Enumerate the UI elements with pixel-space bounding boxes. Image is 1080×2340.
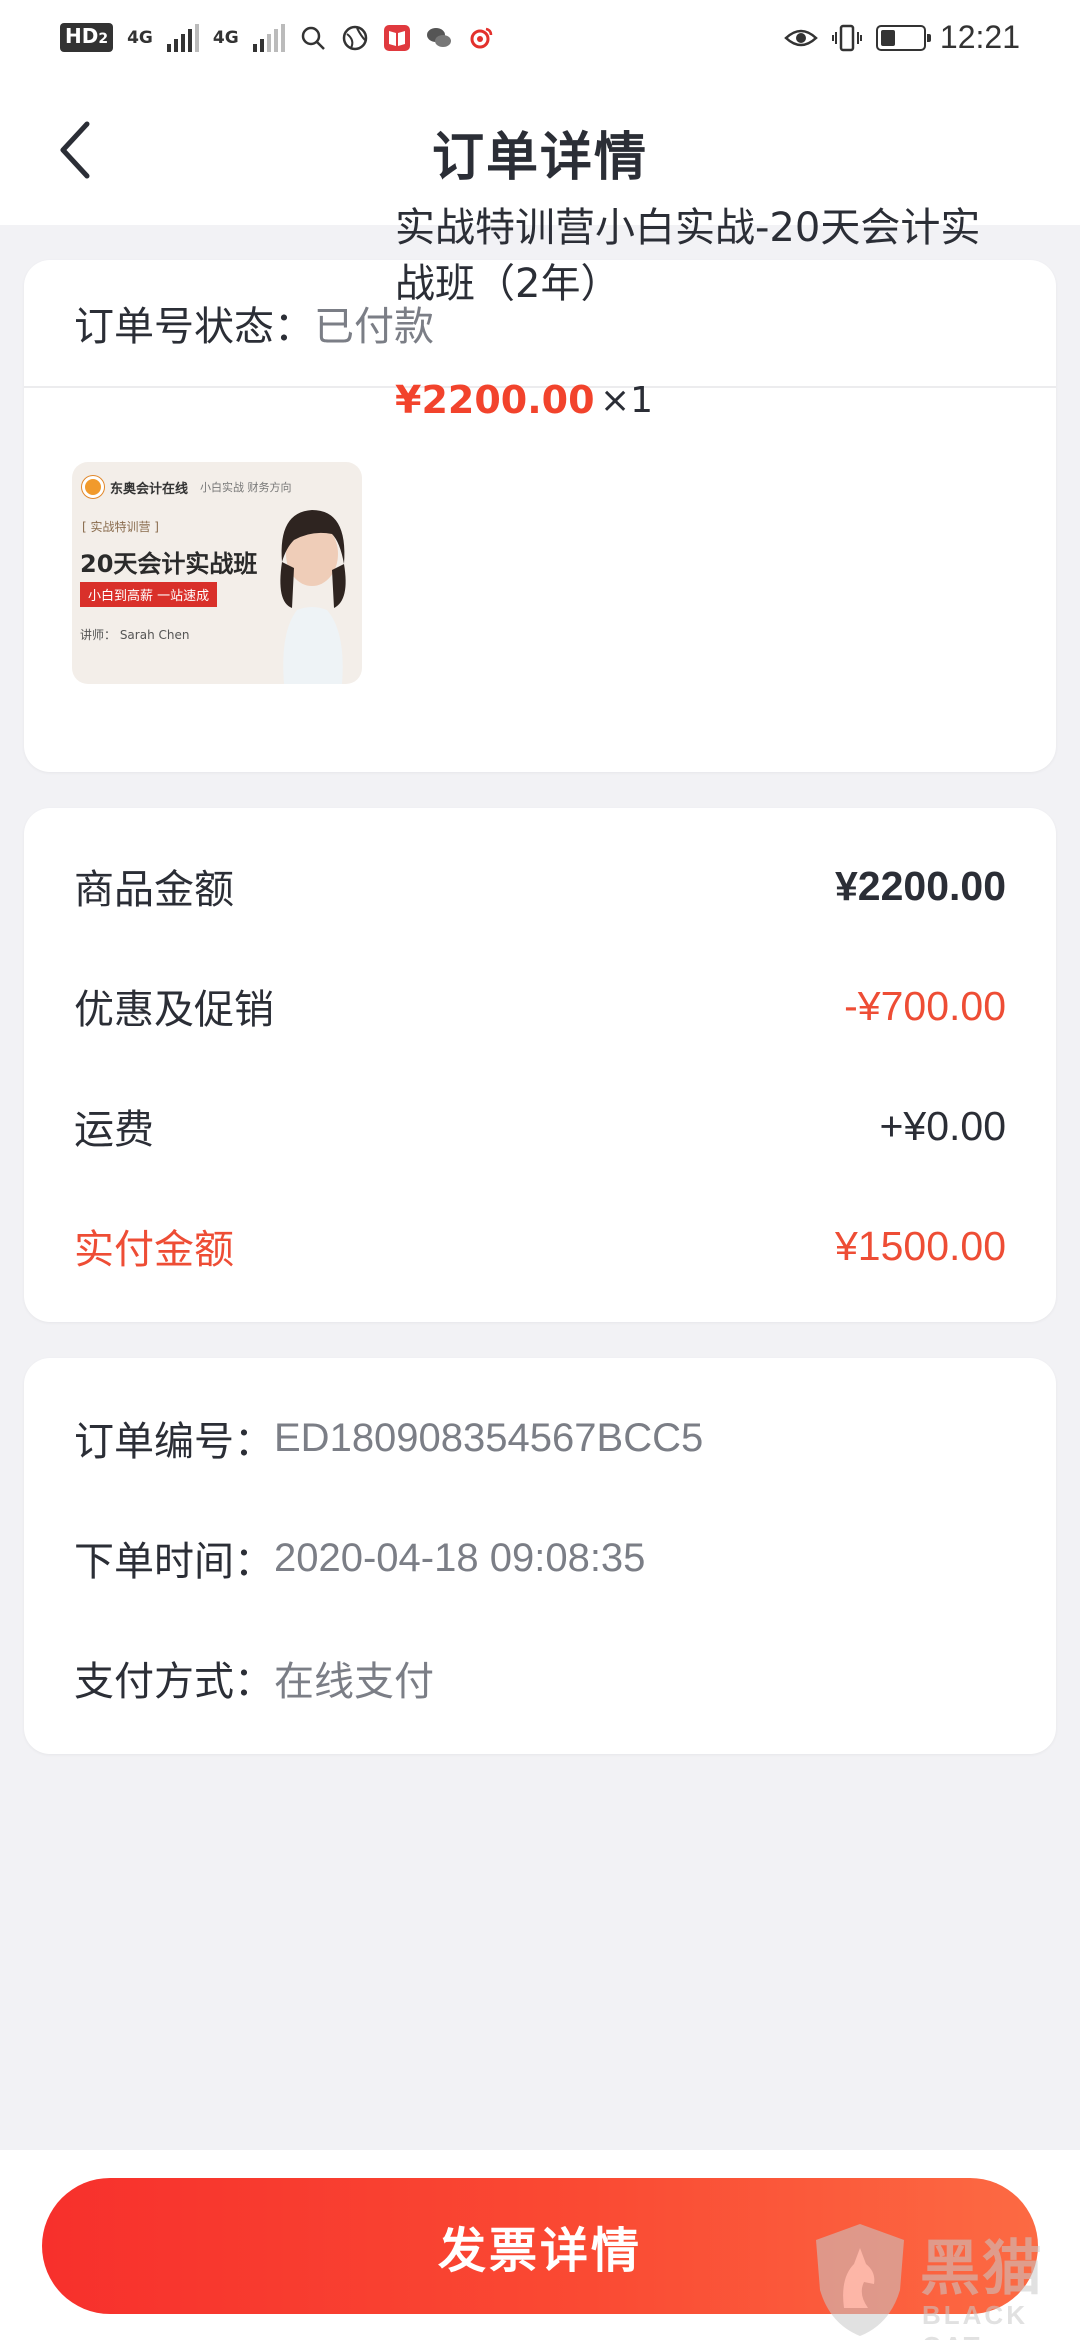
black-cat-shield-icon <box>816 2224 904 2336</box>
thumbnail-header: 东奥会计在线 小白实战 财务方向 <box>82 476 292 498</box>
thumbnail-tag: [ 实战特训营 ] <box>82 520 159 534</box>
vibrate-icon <box>831 24 862 51</box>
amount-label: 运费 <box>74 1107 154 1153</box>
product-title[interactable]: 实战特训营小白实战-20天会计实战班（2年） <box>395 200 1005 312</box>
amount-value: ¥1500.00 <box>834 1222 1006 1269</box>
info-value: 2020-04-18 09:08:35 <box>274 1535 646 1580</box>
battery-level <box>880 29 895 46</box>
product-thumbnail[interactable]: 东奥会计在线 小白实战 财务方向 [ 实战特训营 ] 20天会计实战班 小白到高… <box>72 462 362 684</box>
weibo-icon <box>470 27 492 48</box>
info-row-payment-method: 支付方式： 在线支付 <box>74 1648 434 1708</box>
order-info-card: 订单编号： ED180908354567BCC5 下单时间： 2020-04-1… <box>24 1358 1056 1754</box>
eye-icon <box>784 29 818 46</box>
info-label: 下单时间： <box>74 1539 274 1585</box>
network-type-2: 4G <box>212 27 239 48</box>
thumbnail-teacher: 讲师： Sarah Chen <box>80 628 190 642</box>
watermark-text: 黑猫 <box>920 2234 1044 2304</box>
info-value[interactable]: ED180908354567BCC5 <box>274 1416 703 1461</box>
amount-value: -¥700.00 <box>844 982 1006 1029</box>
amount-row-paid: 实付金额 ¥1500.00 <box>74 1216 1006 1276</box>
wechat-icon <box>426 27 451 47</box>
status-time: 12:21 <box>939 19 1020 55</box>
status-bar: HD2 4G 4G 12:21 <box>0 0 1080 75</box>
status-bar-right: 12:21 <box>784 19 1020 56</box>
product-quantity: ×1 <box>600 380 654 421</box>
page-title: 订单详情 <box>431 128 648 188</box>
amount-value: +¥0.00 <box>879 1102 1006 1149</box>
teacher-photo <box>280 510 346 684</box>
order-status-label: 订单号状态： <box>74 304 314 350</box>
product-price: ¥2200.00 <box>395 378 595 422</box>
watermark: 黑猫 BLACK CAT <box>810 2220 1080 2340</box>
amount-row-discount: 优惠及促销 -¥700.00 <box>74 976 1006 1036</box>
info-value: 在线支付 <box>274 1659 434 1705</box>
battery-icon <box>875 24 931 51</box>
search-icon <box>301 26 325 50</box>
info-row-order-number: 订单编号： ED180908354567BCC5 <box>74 1408 703 1468</box>
thumbnail-title: 20天会计实战班 <box>80 550 258 578</box>
status-bar-left: HD2 4G 4G <box>60 23 495 52</box>
watermark-subtext: BLACK CAT <box>922 2300 1028 2340</box>
book-app-icon <box>383 24 410 51</box>
thumbnail-brand: 东奥会计在线 <box>110 481 189 497</box>
amount-label: 优惠及促销 <box>74 987 274 1033</box>
amount-label: 商品金额 <box>74 867 234 913</box>
info-label: 支付方式： <box>74 1659 274 1705</box>
info-row-order-time: 下单时间： 2020-04-18 09:08:35 <box>74 1528 645 1588</box>
network-type-1: 4G <box>127 27 153 48</box>
amount-row-subtotal: 商品金额 ¥2200.00 <box>74 856 1006 916</box>
amount-card: 商品金额 ¥2200.00 优惠及促销 -¥700.00 运费 +¥0.00 实… <box>24 808 1056 1322</box>
hd-badge: HD2 <box>60 23 114 52</box>
signal-icon-2 <box>252 23 285 52</box>
thumbnail-slogan: 小白到高薪 一站速成 <box>80 582 218 607</box>
amount-value: ¥2200.00 <box>834 862 1006 909</box>
info-label: 订单编号： <box>74 1419 274 1465</box>
brand-logo-icon <box>82 476 104 498</box>
amount-row-shipping: 运费 +¥0.00 <box>74 1096 1006 1156</box>
amount-label: 实付金额 <box>74 1227 234 1273</box>
signal-icon <box>166 23 199 52</box>
globe-icon <box>342 25 367 50</box>
